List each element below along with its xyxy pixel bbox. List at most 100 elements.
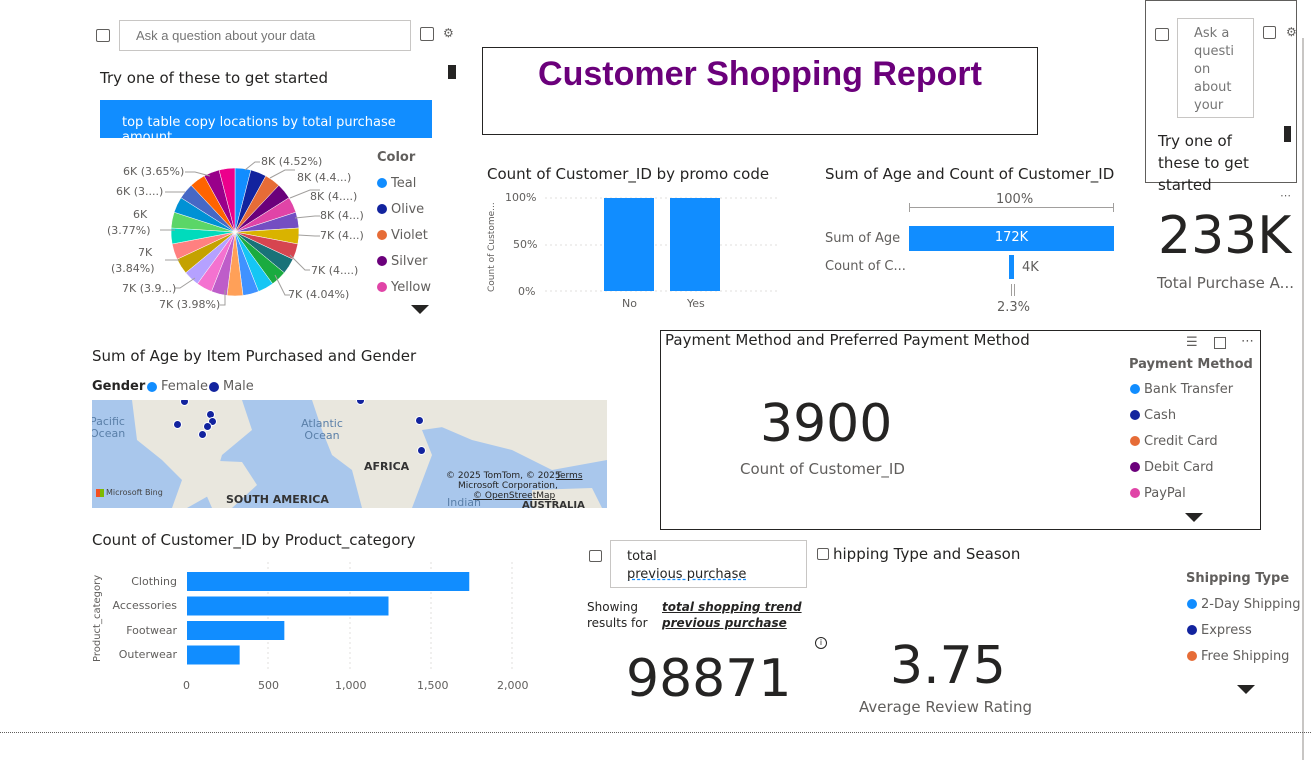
qa-search-input[interactable] bbox=[119, 20, 411, 51]
chat-icon[interactable] bbox=[589, 550, 602, 562]
pie-slices bbox=[170, 167, 300, 297]
qa-showing-line: results for bbox=[587, 616, 648, 630]
qa-prompt: Try one of these to get started bbox=[100, 69, 329, 87]
category-xtick: 1,000 bbox=[335, 679, 367, 692]
legend-scroll-down-icon[interactable] bbox=[411, 305, 429, 314]
page-scrollbar[interactable] bbox=[1302, 38, 1304, 760]
promo-xtick: Yes bbox=[687, 297, 705, 310]
shipping-legend: 2-Day Shipping Express Free Shipping bbox=[1187, 591, 1300, 669]
legend-dot bbox=[377, 282, 387, 292]
qa-result-link[interactable]: previous purchase bbox=[662, 615, 802, 631]
chat-icon[interactable] bbox=[1155, 28, 1169, 41]
legend-dot bbox=[377, 204, 387, 214]
payment-kpi-label: Count of Customer_ID bbox=[740, 460, 905, 478]
legend-item-teal[interactable]: Teal bbox=[377, 170, 431, 196]
qa-result-link[interactable]: total shopping trend bbox=[662, 599, 802, 615]
legend-scroll-down-icon[interactable] bbox=[1237, 685, 1255, 694]
pin-icon[interactable] bbox=[1263, 26, 1276, 39]
category-label: Accessories bbox=[112, 599, 177, 612]
pie-label: 6K (3....) bbox=[116, 185, 164, 198]
shipping-title: hipping Type and Season bbox=[833, 545, 1021, 563]
legend-label: Credit Card bbox=[1144, 433, 1218, 449]
funnel-title: Sum of Age and Count of Customer_ID bbox=[825, 165, 1115, 183]
filter-icon[interactable]: ☰ bbox=[1186, 336, 1198, 349]
legend-item-violet[interactable]: Violet bbox=[377, 222, 431, 248]
category-xtick: 0 bbox=[183, 679, 190, 692]
category-bar[interactable] bbox=[187, 572, 470, 591]
legend-label: Olive bbox=[391, 201, 425, 217]
legend-item-bank-transfer[interactable]: Bank Transfer bbox=[1130, 376, 1233, 402]
legend-label: Bank Transfer bbox=[1144, 381, 1234, 397]
funnel-value-label: 4K bbox=[1022, 260, 1039, 275]
promo-bar[interactable] bbox=[670, 198, 720, 291]
legend-item-female[interactable]: Female bbox=[147, 379, 208, 394]
funnel-bottom-line bbox=[1014, 284, 1015, 296]
legend-scroll-down-icon[interactable] bbox=[1185, 513, 1203, 522]
map-osm-link[interactable]: © OpenStreetMap bbox=[473, 491, 555, 501]
scrollbar-thumb[interactable] bbox=[1284, 126, 1291, 142]
map-title: Sum of Age by Item Purchased and Gender bbox=[92, 347, 417, 365]
legend-item-2-day-shipping[interactable]: 2-Day Shipping bbox=[1187, 591, 1300, 617]
map-legend-title: Gender bbox=[92, 379, 146, 394]
qa-bottom-input[interactable]: total previous purchase bbox=[610, 540, 807, 588]
legend-dot bbox=[147, 381, 157, 392]
scrollbar-thumb[interactable] bbox=[448, 65, 456, 79]
payment-legend-title: Payment Method bbox=[1129, 357, 1253, 372]
promo-bar[interactable] bbox=[604, 198, 654, 291]
legend-item-male[interactable]: Male bbox=[209, 379, 254, 394]
pie-label: (3.77%) bbox=[107, 224, 151, 237]
pin-icon[interactable] bbox=[420, 27, 434, 41]
pie-label: 8K (4...) bbox=[320, 209, 364, 222]
funnel-tick bbox=[909, 203, 910, 212]
qa-right-input[interactable] bbox=[1177, 18, 1254, 118]
map[interactable]: Atlantic Ocean Pacific Ocean AFRICA SOUT… bbox=[92, 400, 607, 508]
more-options-icon[interactable]: ⋯ bbox=[1241, 335, 1254, 348]
map-point[interactable] bbox=[198, 430, 207, 439]
category-bar[interactable] bbox=[187, 621, 285, 640]
category-bar[interactable] bbox=[187, 596, 389, 616]
payment-title: Payment Method and Preferred Payment Met… bbox=[665, 331, 1030, 349]
map-point[interactable] bbox=[417, 446, 426, 455]
category-chart-title: Count of Customer_ID by Product_category bbox=[92, 531, 416, 549]
legend-label: Free Shipping bbox=[1201, 648, 1290, 664]
legend-item-free-shipping[interactable]: Free Shipping bbox=[1187, 643, 1300, 669]
legend-label: Male bbox=[223, 379, 254, 394]
map-point[interactable] bbox=[415, 416, 424, 425]
funnel-bar[interactable] bbox=[1009, 255, 1014, 279]
gear-icon[interactable]: ⚙ bbox=[443, 27, 454, 39]
funnel-tick bbox=[1113, 203, 1114, 212]
map-point[interactable] bbox=[173, 420, 182, 429]
info-icon[interactable]: i bbox=[815, 637, 827, 649]
chat-icon[interactable] bbox=[96, 29, 110, 42]
legend-item-credit-card[interactable]: Credit Card bbox=[1130, 428, 1233, 454]
payment-kpi-value: 3900 bbox=[760, 394, 893, 454]
category-label: Footwear bbox=[126, 624, 177, 637]
pin-icon[interactable] bbox=[817, 548, 829, 560]
category-chart bbox=[187, 562, 513, 670]
focus-mode-icon[interactable] bbox=[1214, 337, 1226, 349]
gear-icon[interactable]: ⚙ bbox=[1286, 26, 1297, 38]
promo-chart-title: Count of Customer_ID by promo code bbox=[487, 165, 770, 183]
legend-item-olive[interactable]: Olive bbox=[377, 196, 431, 222]
legend-dot bbox=[1187, 651, 1197, 661]
category-bar[interactable] bbox=[187, 645, 240, 665]
legend-dot bbox=[1130, 410, 1140, 420]
pie-label: (3.84%) bbox=[111, 262, 155, 275]
legend-label: Female bbox=[161, 379, 209, 394]
map-terms-link[interactable]: Terms bbox=[556, 471, 583, 481]
kpi-rating-value: 3.75 bbox=[890, 636, 1006, 696]
legend-label: Teal bbox=[391, 175, 417, 191]
suggestion-button[interactable]: top table copy locations by total purcha… bbox=[100, 100, 432, 138]
legend-item-express[interactable]: Express bbox=[1187, 617, 1300, 643]
report-title: Customer Shopping Report bbox=[538, 55, 982, 93]
legend-item-paypal[interactable]: PayPal bbox=[1130, 480, 1233, 506]
legend-item-debit-card[interactable]: Debit Card bbox=[1130, 454, 1233, 480]
more-options-icon[interactable]: ⋯ bbox=[1280, 190, 1291, 201]
legend-item-cash[interactable]: Cash bbox=[1130, 402, 1233, 428]
category-label: Outerwear bbox=[118, 648, 177, 661]
microsoft-logo-icon bbox=[96, 488, 104, 497]
map-attribution: © 2025 TomTom, © 2025 bbox=[446, 471, 561, 481]
legend-item-silver[interactable]: Silver bbox=[377, 248, 431, 274]
map-attribution2: Microsoft Corporation, bbox=[458, 481, 558, 491]
legend-item-yellow[interactable]: Yellow bbox=[377, 274, 431, 300]
